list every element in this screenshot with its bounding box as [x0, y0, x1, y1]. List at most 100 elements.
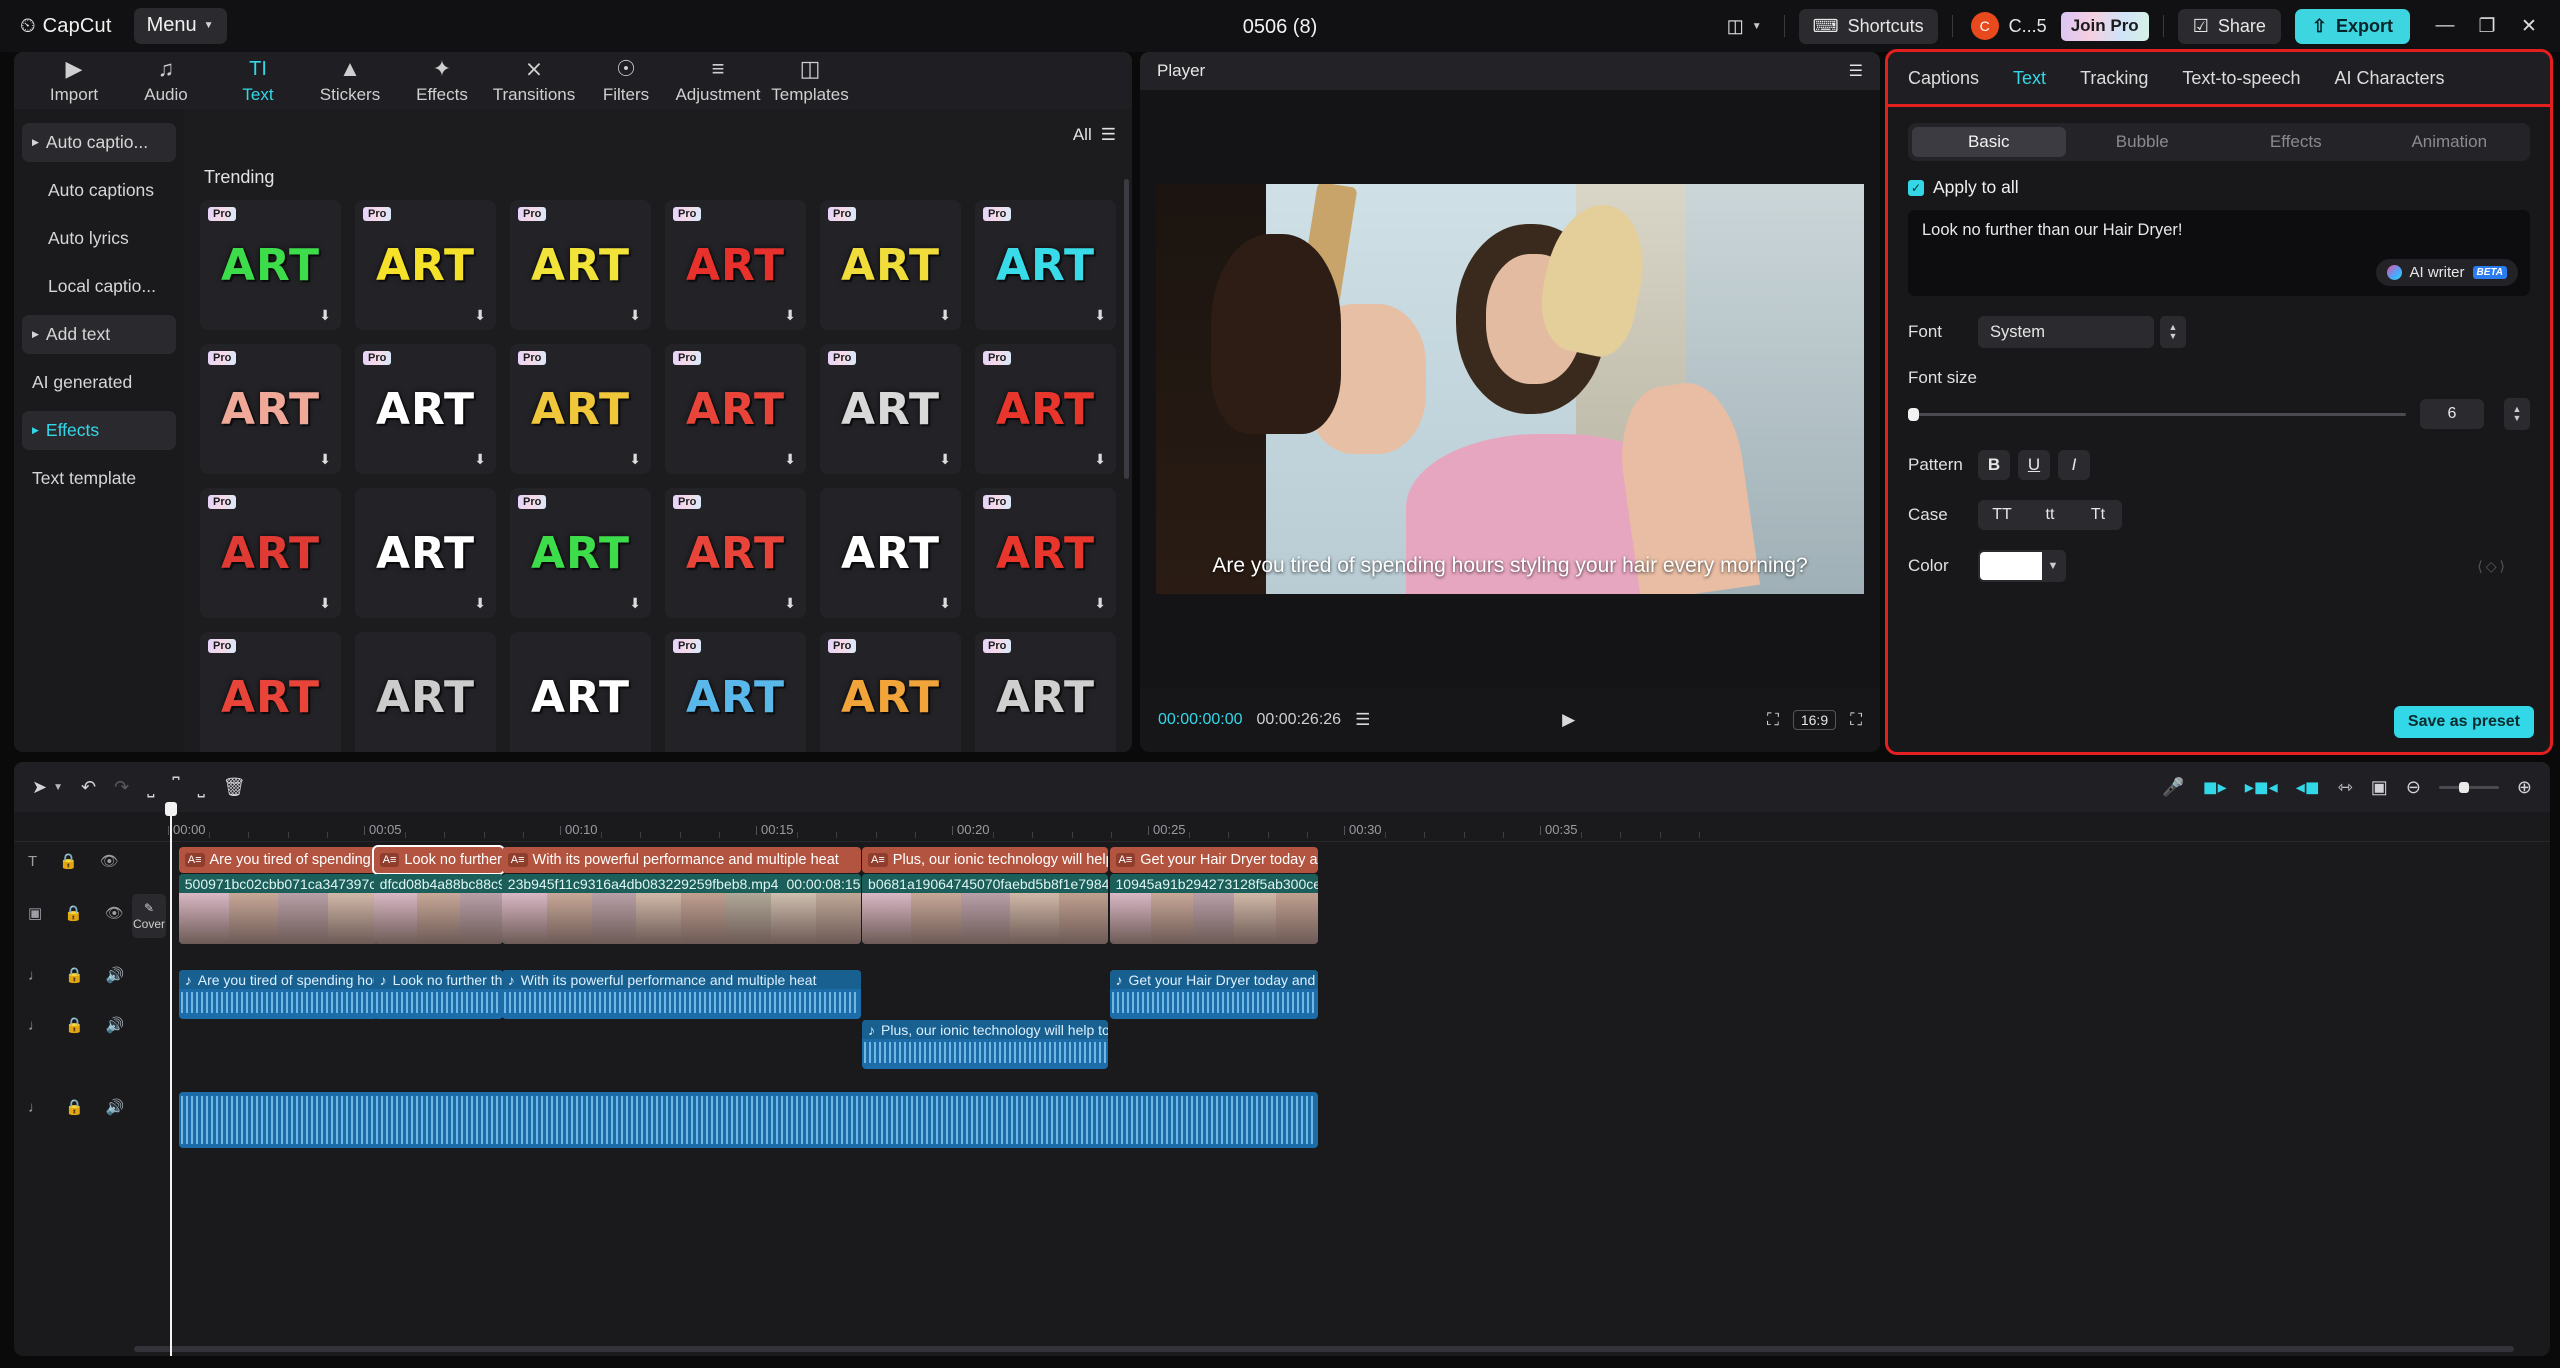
volume-icon[interactable]: 🔊 — [106, 1098, 125, 1116]
template-cell[interactable]: ProART⬇ — [200, 200, 341, 330]
zoom-slider[interactable] — [2439, 786, 2499, 789]
timeline-audio-clip[interactable]: ♪Plus, our ionic technology will help to… — [862, 1020, 1108, 1069]
template-cell[interactable]: ProART⬇ — [665, 200, 806, 330]
shortcuts-button[interactable]: ⌨ Shortcuts — [1799, 9, 1938, 44]
redo-button[interactable]: ↷ — [114, 777, 129, 798]
timeline-video-clip[interactable]: 23b945f11c9316a4db083229259fbeb8.mp400:0… — [502, 874, 861, 944]
timeline-video-clip[interactable]: dfcd08b4a88bc88c97 — [374, 874, 503, 944]
sidebar-item-auto-captio[interactable]: ▶Auto captio... — [22, 123, 176, 162]
lock-icon[interactable]: 🔒 — [59, 852, 78, 870]
timeline-video-clip[interactable]: b0681a19064745070faebd5b8f1e7984.jpeg — [862, 874, 1108, 944]
timeline-text-clip[interactable]: A≡Get your Hair Dryer today and say g — [1110, 847, 1318, 873]
case-titlecase-button[interactable]: Tt — [2074, 500, 2122, 530]
export-button[interactable]: ⇧ Export — [2295, 9, 2410, 44]
eye-icon[interactable]: 👁 — [100, 852, 119, 870]
download-icon[interactable]: ⬇ — [1094, 451, 1106, 468]
font-stepper[interactable]: ▲▼ — [2160, 316, 2186, 348]
template-cell[interactable]: ProART⬇ — [665, 488, 806, 618]
trim-right-button[interactable]: ⎵ — [198, 777, 205, 798]
color-picker[interactable]: ▼ — [1978, 550, 2066, 582]
template-cell[interactable]: ProART⬇ — [200, 488, 341, 618]
sidebar-item-text-template[interactable]: Text template — [22, 459, 176, 498]
download-icon[interactable]: ⬇ — [629, 595, 641, 612]
template-cell[interactable]: ProART⬇ — [665, 344, 806, 474]
template-cell[interactable]: ProART⬇ — [975, 200, 1116, 330]
timeline-audio-clip[interactable]: ♪Get your Hair Dryer today and say g — [1110, 970, 1318, 1019]
settings-tab-text-to-speech[interactable]: Text-to-speech — [2182, 68, 2300, 89]
template-cell[interactable]: ProART⬇ — [975, 344, 1116, 474]
undo-button[interactable]: ↶ — [81, 777, 96, 798]
aspect-ratio-button[interactable]: 16:9 — [1793, 710, 1836, 730]
template-cell[interactable]: ProART — [665, 632, 806, 752]
timeline-audio-clip[interactable]: ♪Are you tired of spending hours st — [179, 970, 378, 1019]
download-icon[interactable]: ⬇ — [319, 307, 331, 324]
timeline-audio-clip[interactable]: ♪Look no further tha — [374, 970, 503, 1019]
lock-icon[interactable]: 🔒 — [65, 966, 84, 984]
split-button[interactable]: ⎵ — [147, 777, 154, 798]
timeline-ruler[interactable]: 00:0000:0500:1000:1500:2000:2500:3000:35 — [14, 812, 2550, 842]
template-cell[interactable]: ART⬇ — [355, 488, 496, 618]
font-size-value[interactable]: 6 — [2420, 399, 2484, 429]
slider-knob[interactable] — [1908, 408, 1919, 421]
menu-button[interactable]: Menu ▼ — [134, 8, 227, 44]
mix-left-icon[interactable]: ◼▸ — [2203, 777, 2227, 798]
tab-transitions[interactable]: ⨯Transitions — [488, 56, 580, 105]
timeline-video-clip[interactable]: 10945a91b294273128f5ab300ce8dc42 — [1110, 874, 1318, 944]
zoom-out-icon[interactable]: ⊖ — [2406, 777, 2421, 798]
tab-adjustment[interactable]: ≡Adjustment — [672, 56, 764, 105]
link-icon[interactable]: ⇿ — [2338, 777, 2353, 798]
template-cell[interactable]: ProART — [200, 632, 341, 752]
mic-icon[interactable]: 🎤 — [2162, 777, 2184, 798]
timeline-text-clip[interactable]: A≡Are you tired of spending hours s — [179, 847, 378, 873]
case-lowercase-button[interactable]: tt — [2026, 500, 2074, 530]
download-icon[interactable]: ⬇ — [1094, 307, 1106, 324]
font-select[interactable]: System — [1978, 316, 2154, 348]
mix-center-icon[interactable]: ▸◼◂ — [2245, 777, 2278, 798]
template-cell[interactable]: ProART⬇ — [200, 344, 341, 474]
save-as-preset-button[interactable]: Save as preset — [2394, 706, 2534, 738]
tab-import[interactable]: ▶Import — [28, 56, 120, 105]
template-cell[interactable]: ProART⬇ — [510, 200, 651, 330]
hamburger-icon[interactable]: ☰ — [1849, 61, 1863, 81]
zoom-knob[interactable] — [2459, 782, 2469, 793]
settings-tab-tracking[interactable]: Tracking — [2080, 68, 2148, 89]
download-icon[interactable]: ⬇ — [939, 307, 951, 324]
template-cell[interactable]: ProART — [975, 632, 1116, 752]
chevron-down-icon[interactable]: ▼ — [2042, 560, 2064, 572]
case-uppercase-button[interactable]: TT — [1978, 500, 2026, 530]
minimize-button[interactable]: — — [2424, 7, 2466, 45]
bold-button[interactable]: B — [1978, 450, 2010, 480]
lock-icon[interactable]: 🔒 — [65, 1016, 84, 1034]
timeline-text-clip[interactable]: A≡Look no further tha — [374, 847, 503, 873]
template-cell[interactable]: ProART⬇ — [975, 488, 1116, 618]
timeline-text-clip[interactable]: A≡With its powerful performance and mult… — [502, 847, 861, 873]
sidebar-item-auto-lyrics[interactable]: Auto lyrics — [22, 219, 176, 258]
text-input[interactable]: Look no further than our Hair Dryer! AI … — [1908, 210, 2530, 296]
settings-tab-ai-characters[interactable]: AI Characters — [2334, 68, 2444, 89]
filter-all-button[interactable]: All ☰ — [1073, 125, 1116, 145]
download-icon[interactable]: ⬇ — [784, 595, 796, 612]
trim-left-button[interactable]: ⎴ — [172, 777, 179, 798]
sidebar-item-effects[interactable]: ▶Effects — [22, 411, 176, 450]
layout-button[interactable]: ◫ ▼ — [1719, 10, 1770, 43]
italic-button[interactable]: I — [2058, 450, 2090, 480]
cover-button[interactable]: ✎ Cover — [132, 894, 166, 938]
ai-writer-button[interactable]: AI writer BETA — [2376, 259, 2519, 286]
play-icon[interactable]: ▶ — [1562, 710, 1575, 730]
template-cell[interactable]: ART⬇ — [820, 488, 961, 618]
template-cell[interactable]: ProART⬇ — [355, 344, 496, 474]
playhead[interactable] — [170, 812, 172, 1356]
delete-button[interactable]: 🗑 — [223, 777, 246, 798]
timeline-audio-clip[interactable]: ♪With its powerful performance and multi… — [502, 970, 861, 1019]
download-icon[interactable]: ⬇ — [474, 451, 486, 468]
template-cell[interactable]: ART — [355, 632, 496, 752]
fullscreen-icon[interactable]: ⛶ — [1850, 710, 1862, 730]
segment-bubble[interactable]: Bubble — [2066, 127, 2220, 157]
sidebar-item-ai-generated[interactable]: AI generated — [22, 363, 176, 402]
template-cell[interactable]: ProART⬇ — [820, 200, 961, 330]
volume-icon[interactable]: 🔊 — [106, 966, 125, 984]
font-size-stepper[interactable]: ▲▼ — [2504, 398, 2530, 430]
apply-to-all-checkbox[interactable]: ✓ — [1908, 180, 1924, 196]
sidebar-item-local-captio[interactable]: Local captio... — [22, 267, 176, 306]
tab-effects[interactable]: ✦Effects — [396, 56, 488, 105]
